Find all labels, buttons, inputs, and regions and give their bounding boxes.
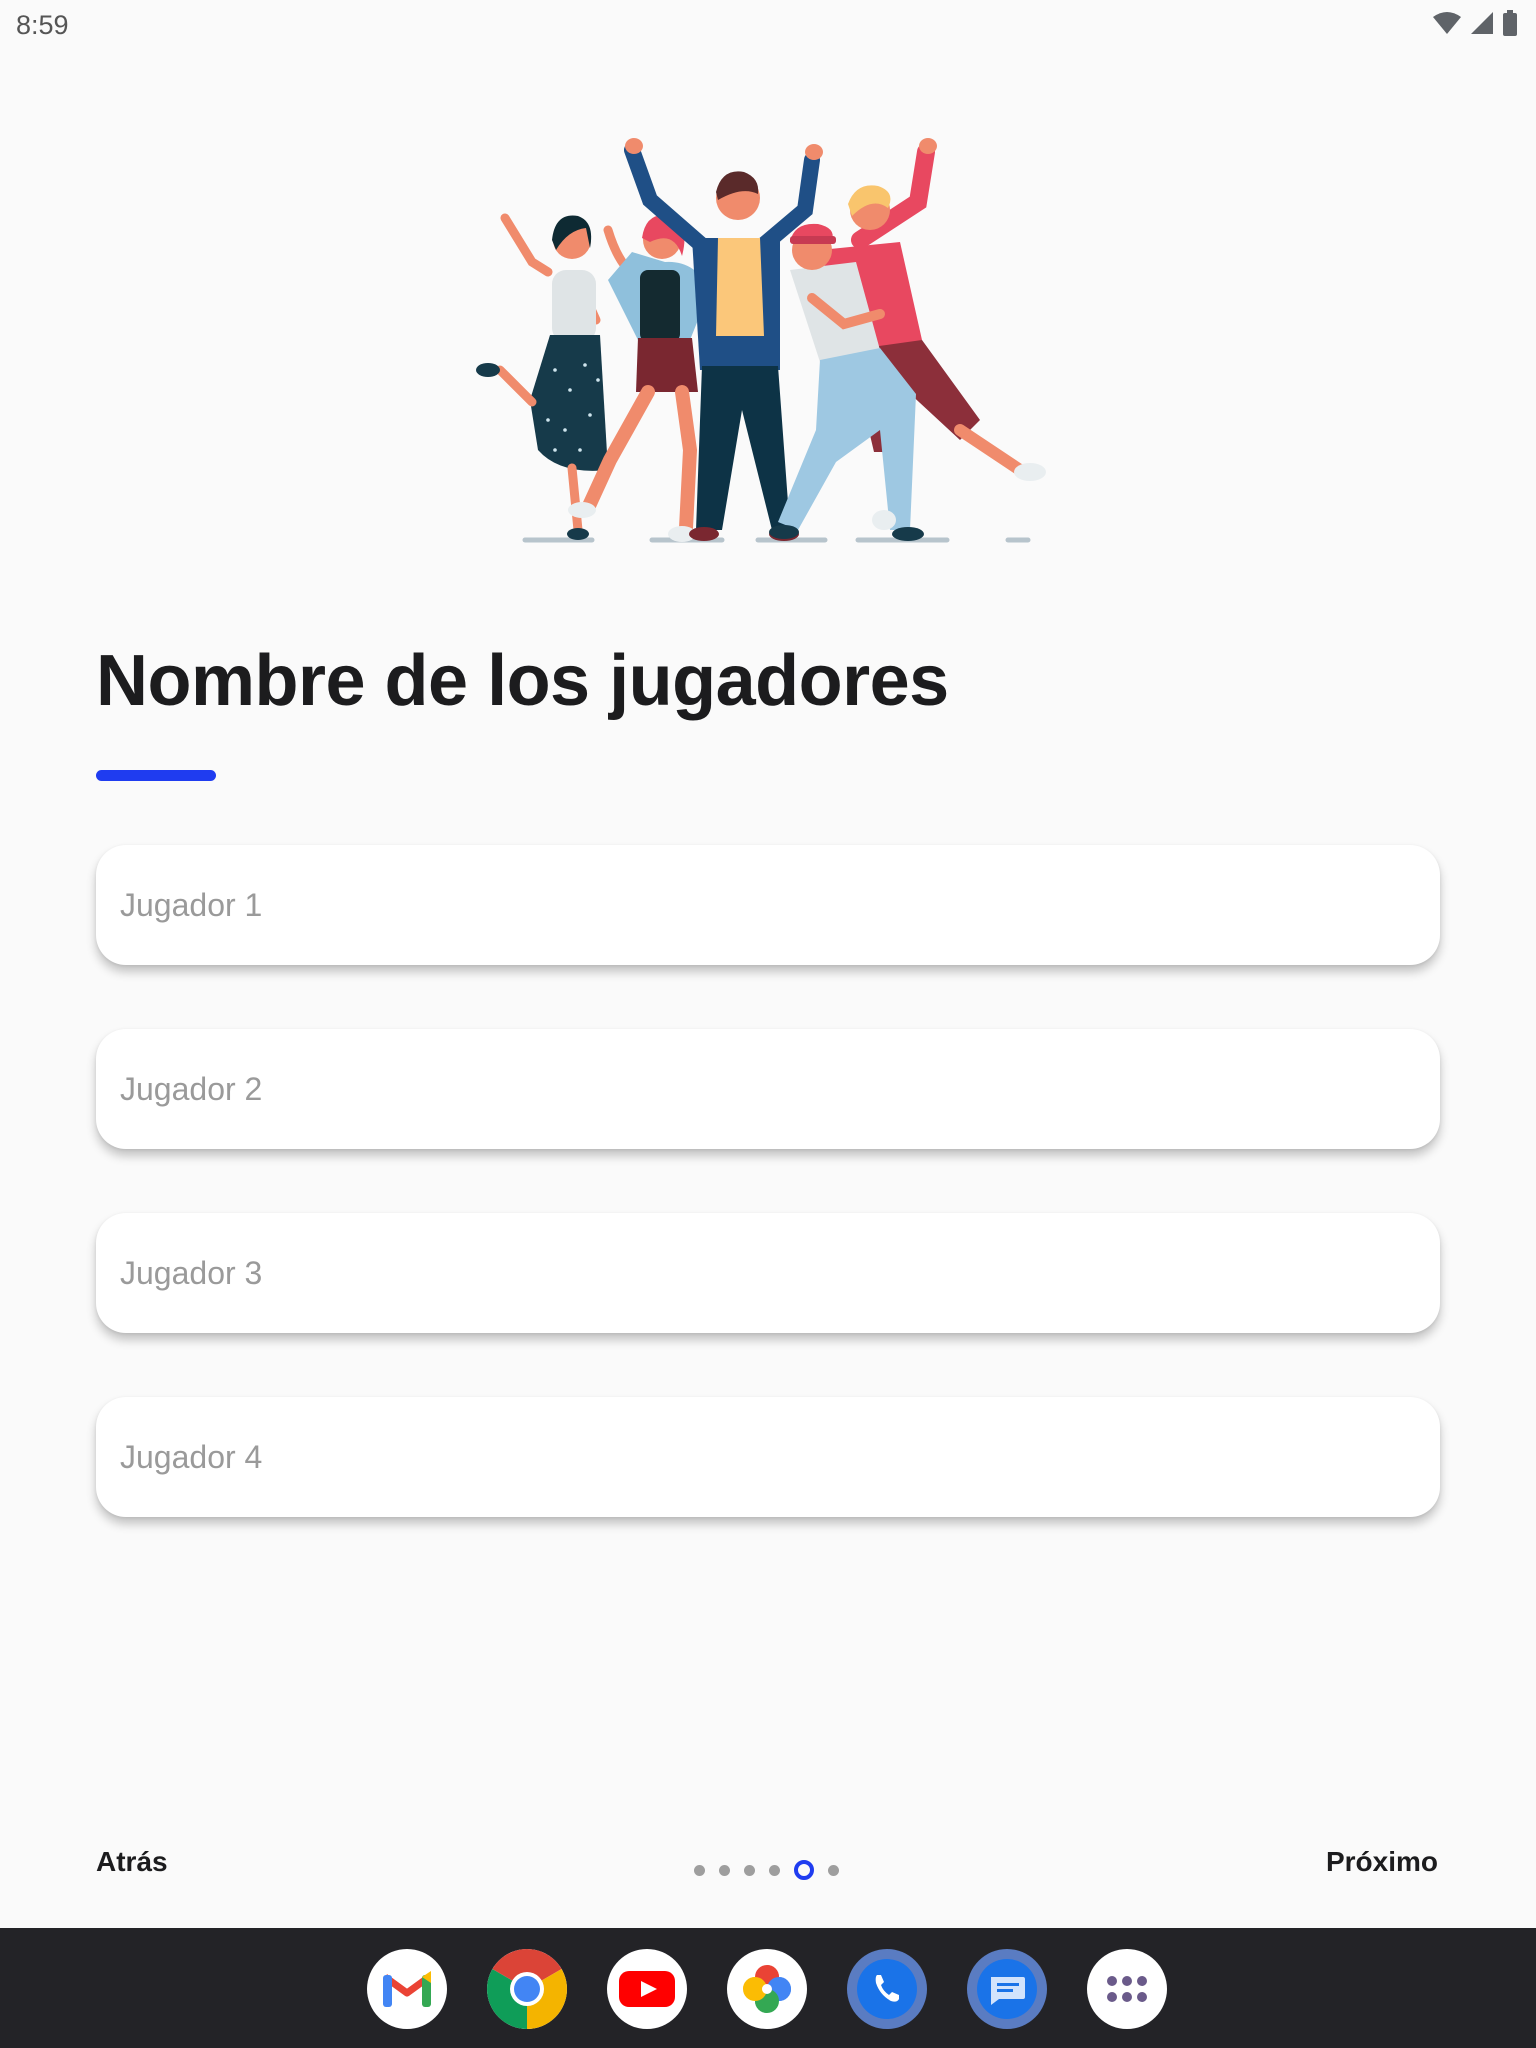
dock-apps xyxy=(367,1949,1167,2029)
gmail-icon[interactable] xyxy=(367,1949,447,2029)
next-button[interactable]: Próximo xyxy=(1326,1846,1438,1878)
player-4-input[interactable] xyxy=(96,1397,1440,1517)
page-dot xyxy=(769,1864,780,1876)
back-button[interactable]: Atrás xyxy=(96,1846,168,1878)
battery-icon xyxy=(1503,10,1517,36)
player-2-input[interactable] xyxy=(96,1029,1440,1149)
status-bar: 8:59 xyxy=(0,0,1536,50)
status-time: 8:59 xyxy=(16,10,69,40)
photos-icon[interactable] xyxy=(727,1949,807,2029)
app-dock xyxy=(0,1928,1536,2048)
youtube-icon[interactable] xyxy=(607,1949,687,2029)
player-1-input[interactable] xyxy=(96,845,1440,965)
page-dot xyxy=(744,1864,755,1876)
player-3-input[interactable] xyxy=(96,1213,1440,1333)
status-icons xyxy=(1432,10,1518,36)
chrome-icon[interactable] xyxy=(487,1949,567,2029)
page-dot-active xyxy=(794,1860,814,1880)
page-indicator xyxy=(694,1860,839,1880)
signal-icon xyxy=(1471,12,1493,34)
page-title: Nombre de los jugadores xyxy=(96,641,949,721)
page-dot xyxy=(828,1864,839,1876)
messages-icon[interactable] xyxy=(967,1949,1047,2029)
app-drawer-icon[interactable] xyxy=(1087,1949,1167,2029)
friends-group-illustration xyxy=(476,138,1046,543)
wifi-icon xyxy=(1433,12,1461,34)
page-dot xyxy=(694,1864,705,1876)
title-underline xyxy=(96,770,216,781)
page-dot xyxy=(719,1864,730,1876)
onboarding-screen: 8:59 Nombre de los jugadores Jugador 1 J… xyxy=(0,0,1536,2048)
phone-icon[interactable] xyxy=(847,1949,927,2029)
